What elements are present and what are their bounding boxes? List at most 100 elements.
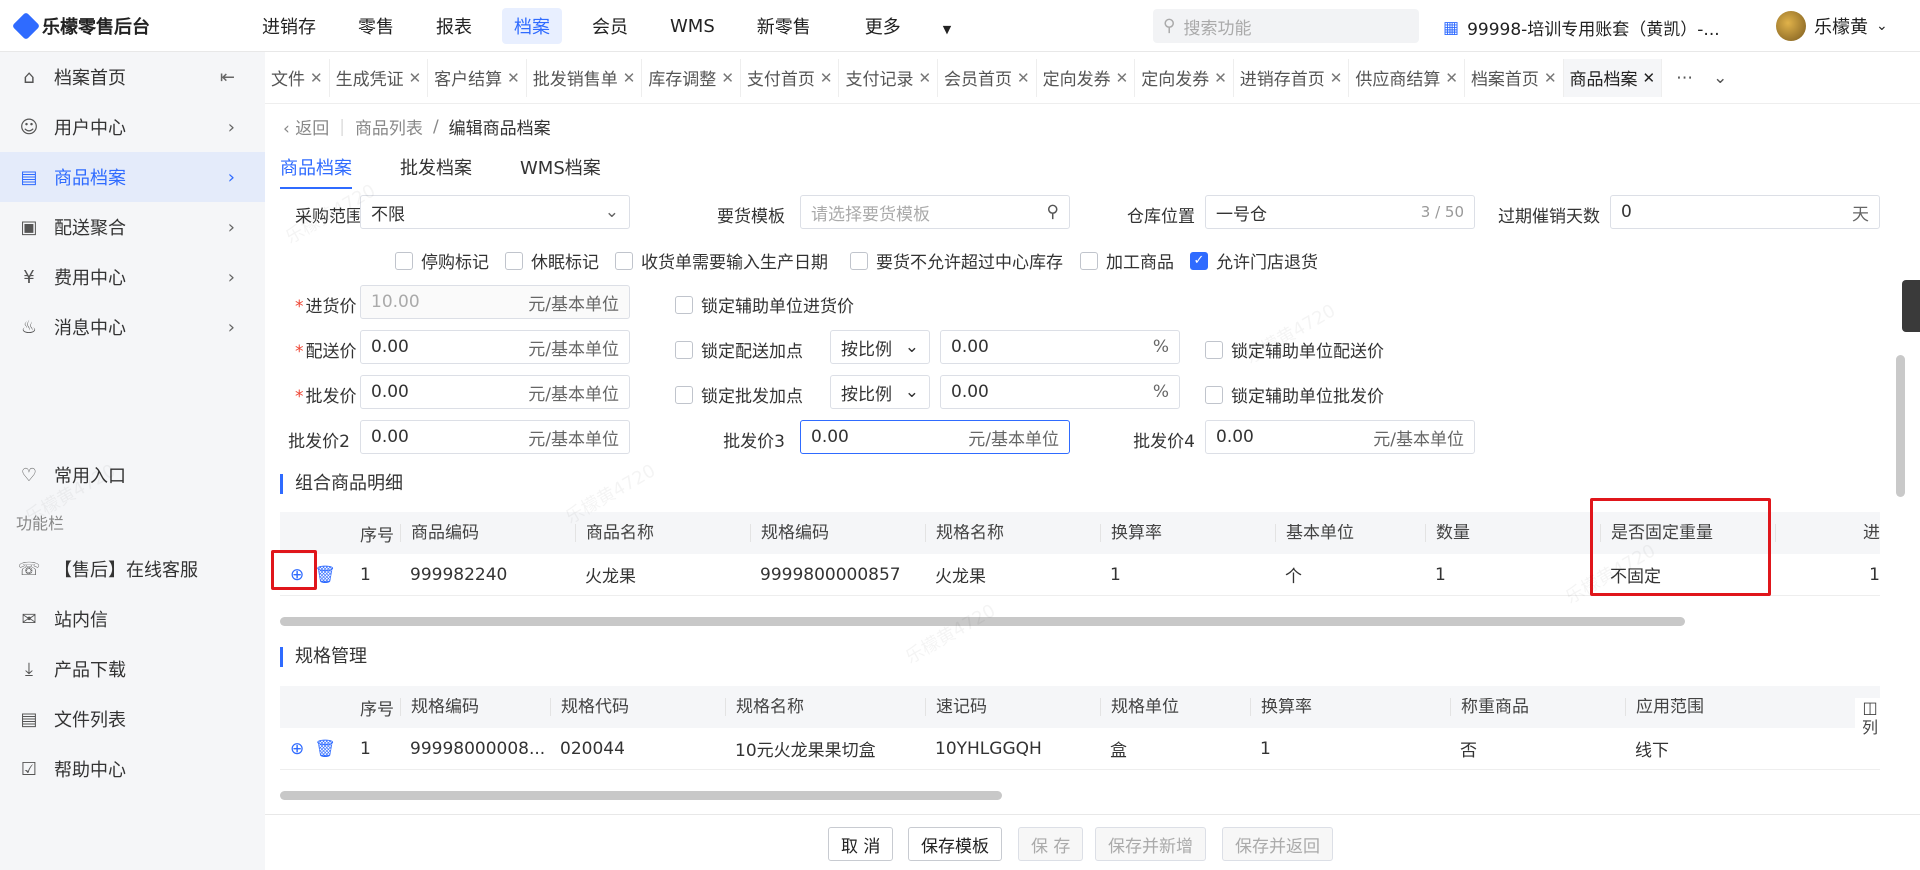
order-template-input[interactable]: 请选择要货模板 ⚲ <box>800 195 1070 229</box>
account-switcher[interactable]: ▦ 99998-培训专用账套（黄凯）-... <box>1443 15 1720 41</box>
stop-purchase-checkbox[interactable]: 停购标记 <box>395 248 489 273</box>
close-icon[interactable]: ✕ <box>310 69 323 87</box>
purchase-price-input[interactable]: 10.00 元/基本单位 <box>360 285 630 319</box>
cancel-button[interactable]: 取 消 <box>828 827 894 861</box>
sidebar-item-user-center[interactable]: ☺ 用户中心 › <box>0 102 265 152</box>
horizontal-scrollbar[interactable] <box>280 617 1685 626</box>
sidebar-item-download[interactable]: ⤓ 产品下载 <box>0 644 265 694</box>
tab-inventory-home[interactable]: 进销存首页 ✕ <box>1234 58 1350 97</box>
close-icon[interactable]: ✕ <box>409 69 422 87</box>
delivery-mode-select[interactable]: 按比例 ⌄ <box>830 330 930 364</box>
wholesale-pct-input[interactable]: 0.00% <box>940 375 1180 409</box>
save-button[interactable]: 保 存 <box>1018 827 1084 861</box>
save-and-return-button[interactable]: 保存并返回 <box>1222 827 1333 861</box>
add-circle-icon[interactable]: ⊕ <box>290 739 304 759</box>
close-icon[interactable]: ✕ <box>1643 69 1656 87</box>
app-logo[interactable]: 乐檬零售后台 <box>11 11 150 41</box>
nav-new-retail[interactable]: 新零售 <box>745 8 823 44</box>
checkbox-label: 收货单需要输入生产日期 <box>641 253 828 273</box>
wholesale-price-input[interactable]: 0.00 元/基本单位 <box>360 375 630 409</box>
close-icon[interactable]: ✕ <box>1330 69 1343 87</box>
back-link[interactable]: ‹ 返回 <box>283 114 329 139</box>
breadcrumb-parent[interactable]: 商品列表 <box>355 114 423 139</box>
sidebar-item-archive-home[interactable]: ⌂ 档案首页 ⇤ <box>0 52 265 102</box>
tab-voucher[interactable]: 生成凭证 ✕ <box>330 58 429 97</box>
allow-store-return-checkbox[interactable]: ✓ 允许门店退货 <box>1190 248 1318 273</box>
sidebar-item-favorites[interactable]: ♡ 常用入口 <box>0 450 265 500</box>
lock-delivery-markup-checkbox[interactable]: 锁定配送加点 <box>675 337 803 362</box>
expire-days-input[interactable]: 0天 <box>1610 195 1880 229</box>
tab-pay-records[interactable]: 支付记录 ✕ <box>839 58 939 97</box>
tab-coupon-2[interactable]: 定向发券 ✕ <box>1135 58 1234 97</box>
save-template-button[interactable]: 保存模板 <box>908 827 1002 861</box>
trash-icon[interactable]: 🗑 <box>314 739 336 759</box>
warehouse-input[interactable]: 一号仓 3 / 50 <box>1205 195 1475 229</box>
sidebar-item-message[interactable]: ♨ 消息中心 › <box>0 302 265 352</box>
wholesale4-input[interactable]: 0.00 元/基本单位 <box>1205 420 1475 454</box>
limit-center-stock-checkbox[interactable]: 要货不允许超过中心库存 <box>850 248 1063 273</box>
close-icon[interactable]: ✕ <box>1017 69 1030 87</box>
close-icon[interactable]: ✕ <box>1116 69 1129 87</box>
close-icon[interactable]: ✕ <box>507 69 520 87</box>
nav-archive[interactable]: 档案 <box>502 8 562 44</box>
horizontal-scrollbar[interactable] <box>280 791 1002 800</box>
wholesale3-input[interactable]: 0.00 元/基本单位 <box>800 420 1070 454</box>
purchase-scope-select[interactable]: 不限 ⌄ <box>360 195 630 229</box>
nav-member[interactable]: 会员 <box>580 8 640 44</box>
tab-pay-home[interactable]: 支付首页 ✕ <box>741 58 840 97</box>
sidebar-item-expense[interactable]: ¥ 费用中心 › <box>0 252 265 302</box>
sidebar-item-delivery[interactable]: ▣ 配送聚合 › <box>0 202 265 252</box>
tab-wms[interactable]: WMS档案 <box>520 154 601 189</box>
wholesale2-input[interactable]: 0.00 元/基本单位 <box>360 420 630 454</box>
tab-coupon-1[interactable]: 定向发券 ✕ <box>1037 58 1136 97</box>
nav-wms[interactable]: WMS <box>658 11 727 42</box>
sidebar-item-inbox[interactable]: ✉ 站内信 <box>0 594 265 644</box>
lock-wholesale-markup-checkbox[interactable]: 锁定批发加点 <box>675 382 803 407</box>
delivery-pct-input[interactable]: 0.00% <box>940 330 1180 364</box>
close-icon[interactable]: ✕ <box>1445 69 1458 87</box>
close-icon[interactable]: ✕ <box>1544 69 1557 87</box>
tab-wholesale[interactable]: 批发档案 <box>400 154 472 189</box>
save-and-new-button[interactable]: 保存并新增 <box>1095 827 1206 861</box>
nav-retail[interactable]: 零售 <box>346 8 406 44</box>
dormant-checkbox[interactable]: 休眠标记 <box>505 248 599 273</box>
sidebar-item-support[interactable]: ☏ 【售后】在线客服 <box>0 544 265 594</box>
delivery-price-input[interactable]: 0.00 元/基本单位 <box>360 330 630 364</box>
collapse-icon[interactable]: ⇤ <box>220 67 235 88</box>
sidebar-item-product-archive[interactable]: ▤ 商品档案 › <box>0 152 265 202</box>
trash-icon[interactable]: 🗑 <box>314 565 336 585</box>
sidebar-item-files[interactable]: ▤ 文件列表 <box>0 694 265 744</box>
close-icon[interactable]: ✕ <box>623 69 636 87</box>
floating-panel-toggle[interactable] <box>1902 280 1920 332</box>
tabs-dropdown-button[interactable]: ⌄ <box>1707 59 1733 97</box>
tab-stock-adjust[interactable]: 库存调整 ✕ <box>642 58 741 97</box>
close-icon[interactable]: ✕ <box>1214 69 1227 87</box>
wholesale-mode-select[interactable]: 按比例 ⌄ <box>830 375 930 409</box>
tab-product-archive[interactable]: 商品档案 ✕ <box>1563 58 1663 97</box>
nav-inventory[interactable]: 进销存 <box>250 8 328 44</box>
lock-aux-wholesale-checkbox[interactable]: 锁定辅助单位批发价 <box>1205 382 1384 407</box>
tab-files[interactable]: 文件 ✕ <box>265 58 330 97</box>
close-icon[interactable]: ✕ <box>918 69 931 87</box>
vertical-scrollbar[interactable] <box>1896 355 1905 497</box>
tabs-more-button[interactable]: ⋯ <box>1662 59 1707 97</box>
nav-more[interactable]: 更多 ▼ <box>841 8 993 44</box>
tab-member-home[interactable]: 会员首页 ✕ <box>938 58 1037 97</box>
close-icon[interactable]: ✕ <box>820 69 833 87</box>
mode-value: 按比例 <box>841 384 892 405</box>
search-input[interactable]: ⚲ 搜索功能 <box>1153 9 1419 43</box>
lock-aux-delivery-checkbox[interactable]: 锁定辅助单位配送价 <box>1205 337 1384 362</box>
tab-supplier-settle[interactable]: 供应商结算 ✕ <box>1349 58 1465 97</box>
nav-report[interactable]: 报表 <box>424 8 484 44</box>
tab-archive-home[interactable]: 档案首页 ✕ <box>1465 58 1564 97</box>
require-prod-date-checkbox[interactable]: 收货单需要输入生产日期 <box>615 248 828 273</box>
close-icon[interactable]: ✕ <box>721 69 734 87</box>
tab-wholesale-order[interactable]: 批发销售单 ✕ <box>527 58 643 97</box>
tab-customer-settle[interactable]: 客户结算 ✕ <box>428 58 527 97</box>
column-settings-button[interactable]: ◫ 列 <box>1855 698 1885 738</box>
processed-product-checkbox[interactable]: 加工商品 <box>1080 248 1174 273</box>
user-menu[interactable]: 乐檬黄 ⌄ <box>1776 11 1888 41</box>
lock-aux-purchase-checkbox[interactable]: 锁定辅助单位进货价 <box>675 292 854 317</box>
sidebar-item-help[interactable]: ☑ 帮助中心 <box>0 744 265 794</box>
tab-product[interactable]: 商品档案 <box>280 154 352 189</box>
